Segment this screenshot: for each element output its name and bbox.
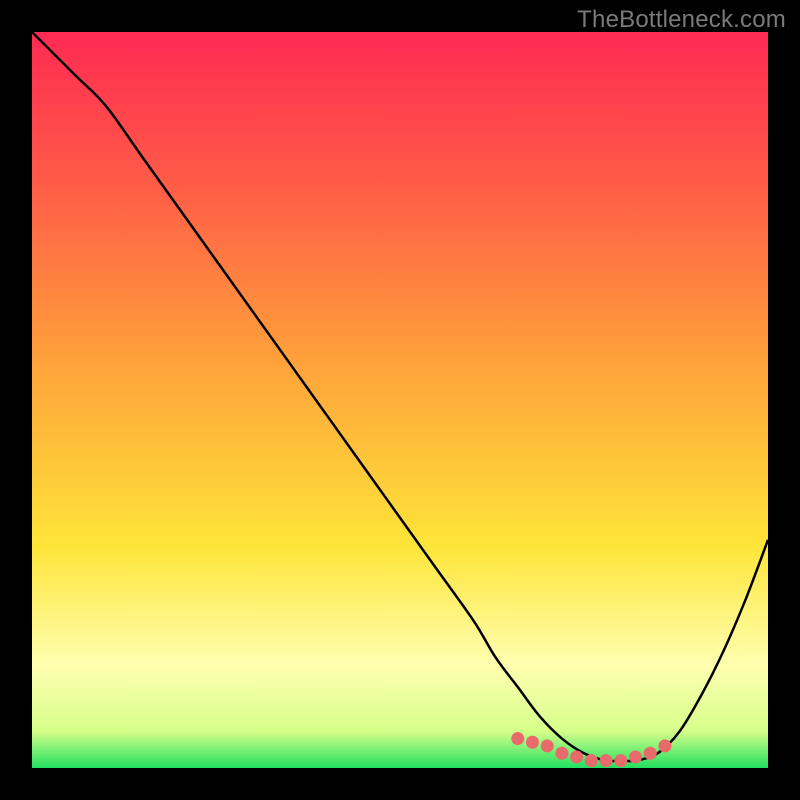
highlight-dots-layer: [32, 32, 768, 768]
gradient-background: [32, 32, 768, 768]
highlight-dot: [614, 754, 627, 767]
highlight-dot: [511, 732, 524, 745]
watermark-label: TheBottleneck.com: [577, 6, 786, 34]
gradient-rect: [32, 32, 768, 768]
highlight-dot: [541, 739, 554, 752]
highlight-dot: [555, 747, 568, 760]
highlight-dot: [629, 750, 642, 763]
highlight-dot: [600, 754, 613, 767]
bottleneck-curve: [32, 32, 768, 761]
highlight-dot: [570, 750, 583, 763]
plot-area: [32, 32, 768, 768]
highlight-dot: [585, 754, 598, 767]
chart-frame: TheBottleneck.com: [0, 0, 800, 800]
highlight-dot: [658, 739, 671, 752]
highlight-dot: [644, 747, 657, 760]
highlight-dot: [526, 736, 539, 749]
curve-layer: [32, 32, 768, 768]
